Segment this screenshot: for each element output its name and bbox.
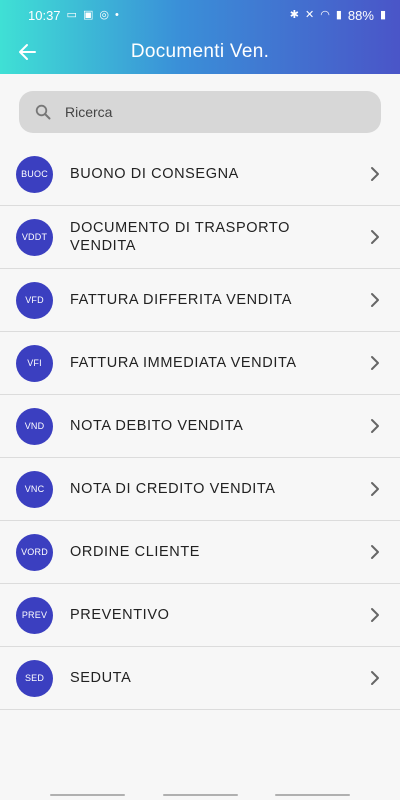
arrow-back-icon xyxy=(19,44,36,60)
image-icon: ▣ xyxy=(82,8,94,21)
battery-level: 88% xyxy=(347,7,374,23)
nav-indicator-right[interactable] xyxy=(275,794,350,796)
document-code-badge: SED xyxy=(16,659,53,697)
list-item[interactable]: PREV PREVENTIVO xyxy=(0,584,400,647)
document-type-label: NOTA DI CREDITO VENDITA xyxy=(70,481,276,497)
document-code-badge: PREV xyxy=(16,596,53,634)
document-code-badge: VDDT xyxy=(16,218,53,256)
document-code-badge: VNC xyxy=(16,470,53,508)
chevron-right-icon xyxy=(371,482,379,496)
chevron-right-icon xyxy=(371,293,379,307)
list-item[interactable]: VFI FATTURA IMMEDIATA VENDITA xyxy=(0,332,400,395)
bluetooth-icon: ✱ xyxy=(289,8,300,21)
list-item[interactable]: VDDT DOCUMENTO DI TRASPORTO VENDITA xyxy=(0,206,400,269)
calendar-icon: ▭ xyxy=(66,8,77,21)
list-item[interactable]: VORD ORDINE CLIENTE xyxy=(0,521,400,584)
toolbar: Documenti Ven. xyxy=(0,30,400,74)
chevron-right-icon xyxy=(371,545,379,559)
document-type-label: ORDINE CLIENTE xyxy=(70,544,201,560)
battery-icon: ▮ xyxy=(379,8,386,21)
chevron-right-icon xyxy=(371,419,379,433)
chevron-right-icon xyxy=(371,167,379,181)
document-type-label: DOCUMENTO DI TRASPORTO VENDITA xyxy=(70,220,290,254)
list-item[interactable]: VND NOTA DEBITO VENDITA xyxy=(0,395,400,458)
whatsapp-icon: ◎ xyxy=(99,8,109,21)
document-type-label: NOTA DEBITO VENDITA xyxy=(70,418,244,434)
status-time: 10:37 xyxy=(28,7,61,23)
app-header: 10:37 ▭ ▣ ◎ • ✱ ✕ ◠ ▮ 88% ▮ Documenti Ve… xyxy=(0,0,400,74)
search-input[interactable] xyxy=(65,104,345,120)
chevron-right-icon xyxy=(371,608,379,622)
more-dot-icon: • xyxy=(114,8,119,21)
chevron-right-icon xyxy=(371,230,379,244)
page-title: Documenti Ven. xyxy=(130,41,270,62)
search-bar[interactable] xyxy=(19,91,381,133)
nav-indicator-left[interactable] xyxy=(50,794,125,796)
document-type-label: BUONO DI CONSEGNA xyxy=(70,166,239,182)
document-type-label: SEDUTA xyxy=(70,670,132,686)
document-code-badge: BUOC xyxy=(16,155,53,193)
list-item[interactable]: VFD FATTURA DIFFERITA VENDITA xyxy=(0,269,400,332)
document-code-badge: VND xyxy=(16,407,53,445)
document-code-badge: VFD xyxy=(16,281,53,319)
list-item[interactable]: BUOC BUONO DI CONSEGNA xyxy=(0,143,400,206)
signal-icon: ▮ xyxy=(335,8,342,21)
list-item[interactable]: SED SEDUTA xyxy=(0,647,400,710)
documents-list: BUOC BUONO DI CONSEGNA VDDT DOCUMENTO DI… xyxy=(0,143,400,710)
document-type-label: FATTURA IMMEDIATA VENDITA xyxy=(70,355,297,371)
search-icon xyxy=(35,104,51,120)
document-code-badge: VORD xyxy=(16,533,53,571)
document-type-label: FATTURA DIFFERITA VENDITA xyxy=(70,292,293,308)
back-button[interactable] xyxy=(0,30,54,74)
chevron-right-icon xyxy=(371,671,379,685)
mute-icon: ✕ xyxy=(305,8,315,21)
wifi-icon: ◠ xyxy=(320,8,330,21)
document-type-label: PREVENTIVO xyxy=(70,607,170,623)
chevron-right-icon xyxy=(371,356,379,370)
status-bar: 10:37 ▭ ▣ ◎ • ✱ ✕ ◠ ▮ 88% ▮ xyxy=(0,0,400,30)
document-code-badge: VFI xyxy=(16,344,53,382)
list-item[interactable]: VNC NOTA DI CREDITO VENDITA xyxy=(0,458,400,521)
nav-indicator-center[interactable] xyxy=(163,794,238,796)
